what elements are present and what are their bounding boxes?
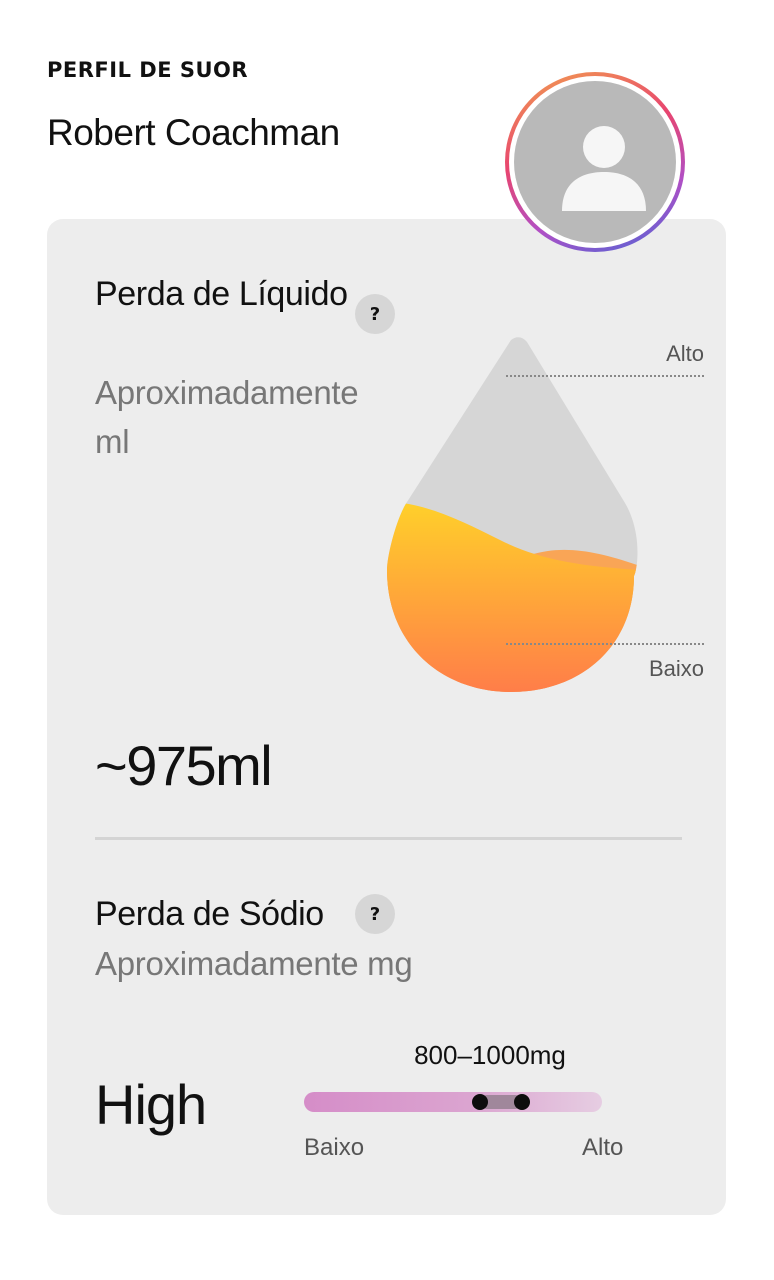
scale-high-label: Alto: [582, 1134, 624, 1161]
level-high-label: Alto: [666, 341, 704, 366]
fluid-help-button[interactable]: ?: [355, 294, 395, 334]
sodium-range-label: 800–1000mg: [414, 1040, 566, 1070]
person-icon: [514, 81, 676, 243]
fluid-loss-title: Perda de Líquido: [95, 275, 348, 313]
sodium-level-value: High: [95, 1073, 207, 1136]
fluid-loss-subtitle: Aproximadamente ml: [95, 374, 359, 460]
divider: [95, 837, 682, 840]
range-high-handle[interactable]: [513, 1094, 530, 1110]
sodium-help-button[interactable]: ?: [355, 894, 395, 934]
sodium-loss-subtitle: Aproximadamente mg: [95, 945, 413, 982]
sweat-profile-screen: PERFIL DE SUOR Robert Coachman Perda de …: [0, 0, 774, 1280]
user-name: Robert Coachman: [47, 112, 340, 153]
level-low-label: Baixo: [648, 656, 704, 681]
sodium-range-slider[interactable]: [304, 1092, 602, 1112]
range-low-handle[interactable]: [471, 1094, 488, 1110]
scale-low-label: Baixo: [304, 1134, 365, 1161]
fluid-loss-value: ~975ml: [95, 734, 273, 797]
avatar[interactable]: [505, 72, 685, 252]
fluid-drop-gauge: [387, 337, 704, 692]
sodium-loss-title: Perda de Sódio: [95, 895, 324, 933]
section-kicker: PERFIL DE SUOR: [47, 58, 249, 82]
